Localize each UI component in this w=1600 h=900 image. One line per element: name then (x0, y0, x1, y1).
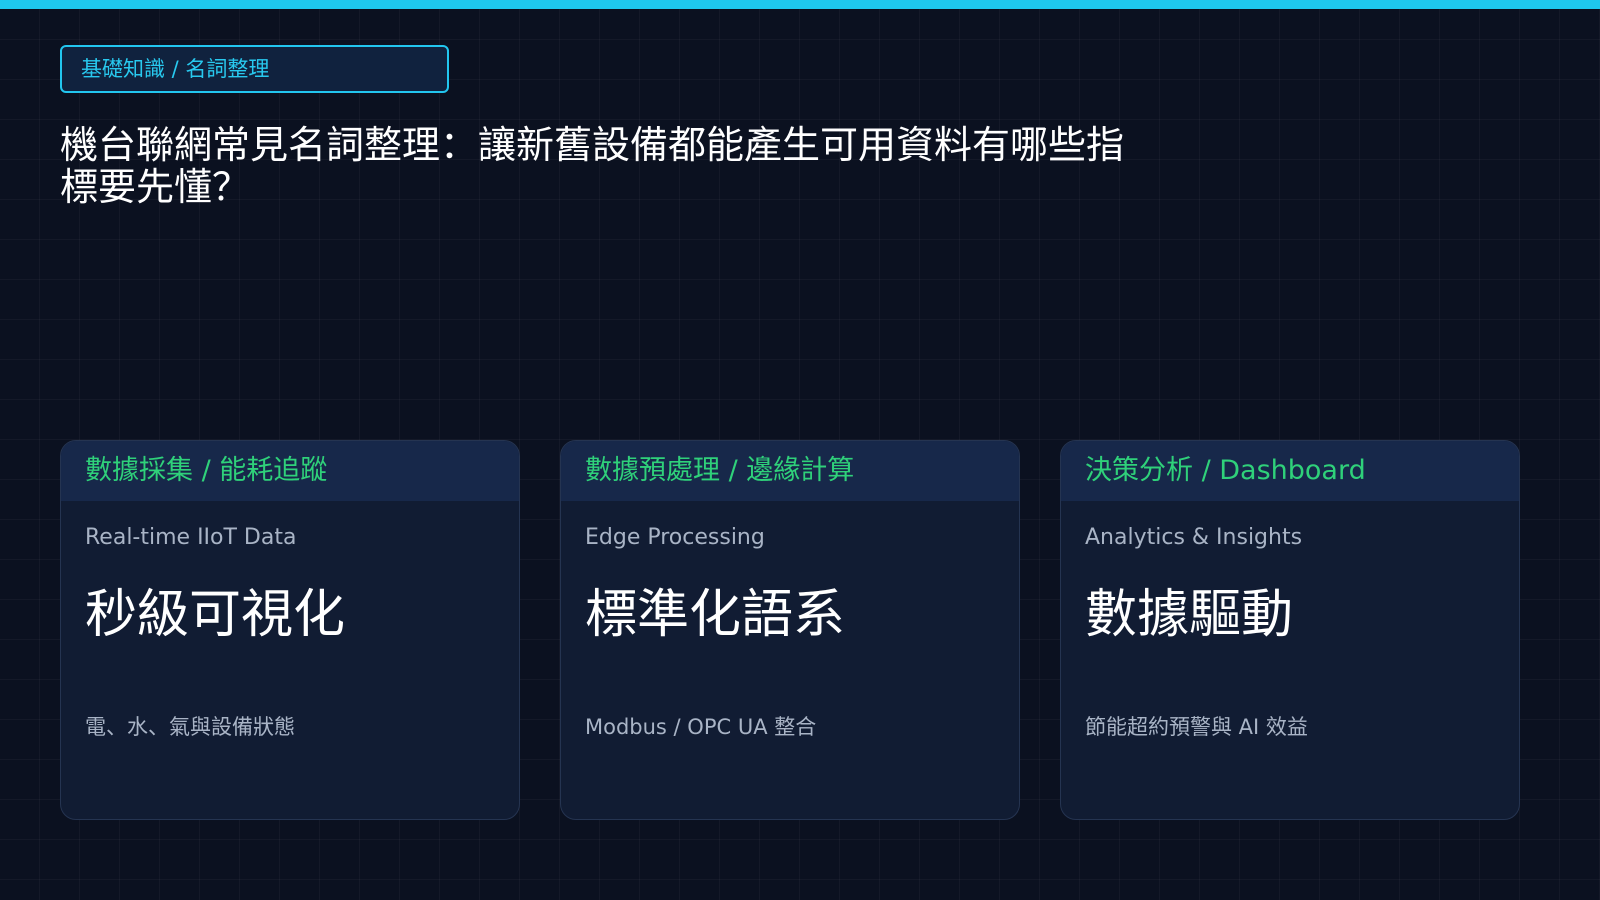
page-title-line-1: 機台聯網常見名詞整理：讓新舊設備都能產生可用資料有哪些指 (60, 123, 1125, 167)
card-headline: 標準化語系 (585, 585, 846, 645)
card-note: 節能超約預警與 AI 效益 (1085, 715, 1308, 739)
card-header: 數據採集 / 能耗追蹤 (61, 441, 519, 501)
card-header: 數據預處理 / 邊緣計算 (561, 441, 1019, 501)
category-tag: 基礎知識 / 名詞整理 (60, 45, 449, 93)
card-decision-analytics: 決策分析 / Dashboard Analytics & Insights 數據… (1060, 440, 1520, 820)
card-note: Modbus / OPC UA 整合 (585, 715, 817, 739)
card-header: 決策分析 / Dashboard (1061, 441, 1519, 501)
page-title-line-2: 標要先懂？ (60, 165, 251, 209)
card-subtitle: Edge Processing (585, 525, 765, 550)
card-headline: 秒級可視化 (85, 585, 346, 645)
card-subtitle: Real-time IIoT Data (85, 525, 297, 550)
card-headline: 數據驅動 (1085, 585, 1294, 645)
card-subtitle: Analytics & Insights (1085, 525, 1303, 550)
card-edge-processing: 數據預處理 / 邊緣計算 Edge Processing 標準化語系 Modbu… (560, 440, 1020, 820)
top-accent-bar (0, 0, 1600, 9)
card-note: 電、水、氣與設備狀態 (85, 715, 295, 739)
page-title: 機台聯網常見名詞整理：讓新舊設備都能產生可用資料有哪些指 標要先懂？ (60, 124, 1260, 208)
card-data-collection: 數據採集 / 能耗追蹤 Real-time IIoT Data 秒級可視化 電、… (60, 440, 520, 820)
